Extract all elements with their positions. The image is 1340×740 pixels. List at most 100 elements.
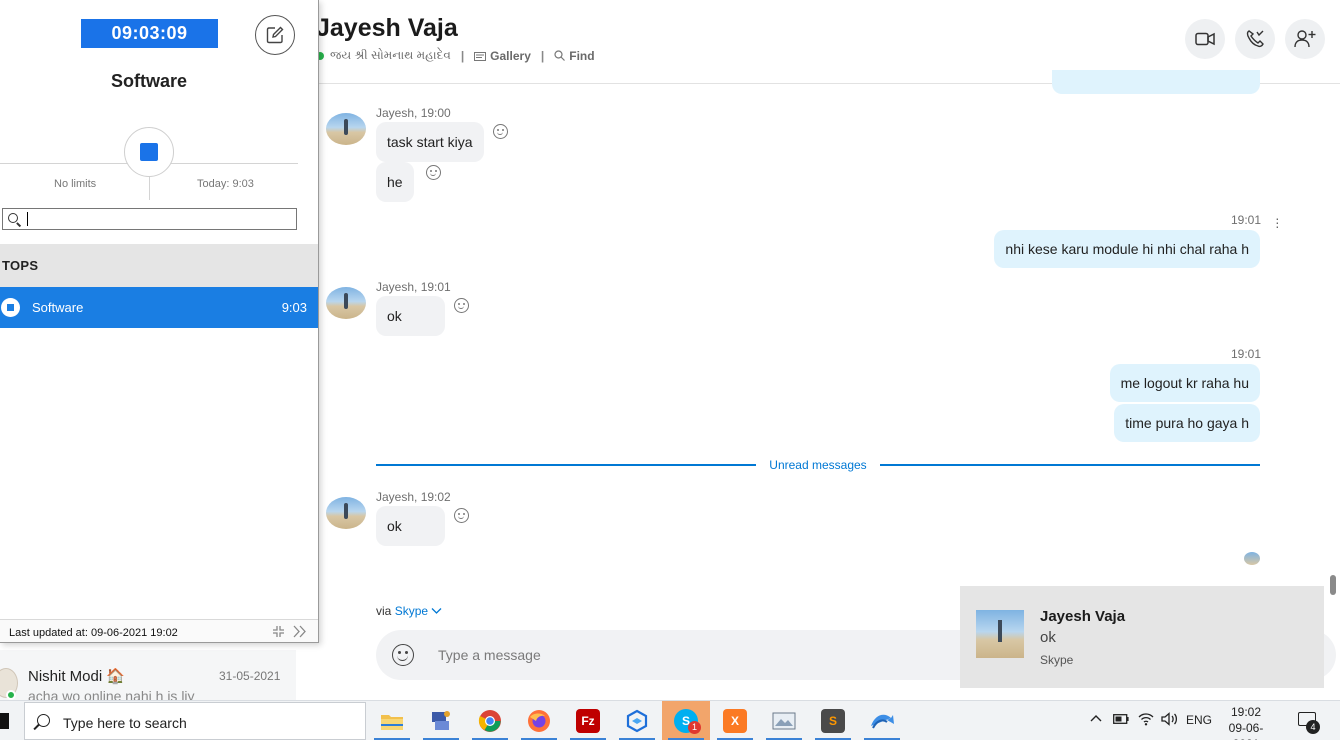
project-time: 9:03 [281, 300, 307, 315]
message-input[interactable]: Type a message [438, 647, 541, 663]
audio-call-button[interactable] [1235, 19, 1275, 59]
edit-note-icon [266, 26, 284, 44]
skype-badge: 1 [688, 721, 701, 734]
wifi-icon[interactable] [1138, 712, 1154, 726]
via-text: via [376, 604, 392, 618]
search-icon [8, 213, 18, 223]
clock-time: 19:02 [1230, 705, 1262, 719]
current-project-title: Software [110, 71, 188, 91]
contact-name[interactable]: Jayesh Vaja [316, 14, 458, 43]
video-camera-icon [1195, 32, 1215, 46]
file-explorer-icon[interactable] [368, 701, 416, 740]
text-caret [27, 212, 28, 226]
toast-app-name: Skype [1040, 653, 1074, 667]
previous-message-bubble [1052, 70, 1260, 94]
cube-app-icon[interactable] [613, 701, 661, 740]
outgoing-message[interactable]: nhi kese karu module hi nhi chal raha h [994, 230, 1260, 268]
emoji-icon[interactable] [392, 644, 414, 666]
add-people-button[interactable] [1285, 19, 1325, 59]
taskbar: Type here to search Fz S 1 X S ENG 19:02… [0, 700, 1340, 740]
contact-avatar[interactable] [326, 287, 366, 319]
toast-sender: Jayesh Vaja [1040, 608, 1126, 625]
message-meta: Jayesh, 19:01 [376, 280, 451, 294]
phone-icon [1246, 30, 1264, 48]
mood-message: જય શ્રી સોમનાથ મહાદેવ [330, 48, 451, 62]
search-icon [37, 714, 50, 727]
time-tracker-window: 09:03:09 Software No limits Today: 9:03 … [0, 0, 319, 643]
presence-dot [6, 690, 16, 700]
unread-label: Unread messages [769, 458, 867, 472]
gallery-icon [474, 51, 487, 61]
skype-icon[interactable]: S 1 [662, 701, 710, 740]
unread-divider-right [880, 464, 1260, 466]
project-list-item[interactable]: Software 9:03 [0, 287, 318, 328]
filezilla-icon[interactable]: Fz [564, 701, 612, 740]
notification-toast[interactable]: Jayesh Vaja ok Skype [960, 586, 1324, 688]
via-label[interactable]: via Skype [376, 604, 442, 618]
chrome-icon[interactable] [466, 701, 514, 740]
find-label: Find [569, 48, 595, 63]
start-button[interactable] [0, 713, 9, 729]
double-chevron-right-icon[interactable] [293, 625, 307, 638]
house-emoji-icon: 🏠 [106, 668, 126, 685]
gallery-label: Gallery [490, 48, 531, 63]
more-options-icon[interactable]: · · · [1275, 211, 1280, 233]
incoming-message[interactable]: ok [376, 296, 445, 336]
add-person-icon [1294, 30, 1316, 48]
outgoing-message[interactable]: time pura ho gaya h [1114, 404, 1260, 442]
collapse-icon[interactable] [272, 625, 285, 638]
network-tool-icon[interactable] [417, 701, 465, 740]
contact-avatar[interactable] [326, 113, 366, 145]
battery-icon[interactable] [1113, 714, 1129, 724]
react-smiley-icon[interactable] [493, 124, 508, 139]
incoming-message[interactable]: he [376, 162, 414, 202]
incoming-message[interactable]: task start kiya [376, 122, 484, 162]
incoming-message[interactable]: ok [376, 506, 445, 546]
firefox-icon[interactable] [515, 701, 563, 740]
separator: | [460, 48, 465, 63]
project-name: Software [32, 300, 84, 315]
contact-subline: જય શ્રી સોમનાથ મહાદેવ | Gallery | Find [316, 48, 595, 63]
recent-chat-date: 31-05-2021 [219, 669, 281, 683]
arrow-app-icon[interactable] [858, 701, 906, 740]
video-call-button[interactable] [1185, 19, 1225, 59]
edit-note-button[interactable] [255, 15, 295, 55]
search-icon [554, 50, 566, 61]
last-updated: Last updated at: 09-06-2021 19:02 [9, 627, 178, 639]
taskbar-search-placeholder: Type here to search [63, 715, 187, 731]
sublime-text-icon[interactable]: S [809, 701, 857, 740]
clock-date: 09-06-2021 [1228, 721, 1264, 740]
project-search-input[interactable] [2, 208, 297, 230]
language-indicator[interactable]: ENG [1186, 713, 1212, 727]
image-viewer-icon[interactable] [760, 701, 808, 740]
chevron-up-icon[interactable] [1090, 714, 1102, 722]
recent-chat-name: Nishit Modi 🏠 [28, 667, 125, 685]
message-time: 19:01 [1231, 347, 1262, 361]
find-link[interactable]: Find [554, 48, 595, 63]
status-bar: Last updated at: 09-06-2021 19:02 [0, 619, 318, 642]
volume-icon[interactable] [1161, 712, 1179, 726]
scrollbar-thumb[interactable] [1330, 575, 1336, 595]
chevron-down-icon[interactable] [431, 607, 442, 615]
stop-timer-button[interactable] [124, 127, 174, 177]
today-total: Today: 9:03 [197, 178, 254, 190]
stop-icon [140, 143, 158, 161]
separator: | [540, 48, 545, 63]
xampp-icon[interactable]: X [711, 701, 759, 740]
contact-avatar[interactable] [326, 497, 366, 529]
toast-message: ok [1040, 629, 1056, 646]
react-smiley-icon[interactable] [426, 165, 441, 180]
stop-indicator-icon[interactable] [1, 298, 20, 317]
system-clock[interactable]: 19:02 09-06-2021 [1216, 704, 1276, 740]
message-meta: Jayesh, 19:00 [376, 106, 451, 120]
message-meta: Jayesh, 19:02 [376, 490, 451, 504]
react-smiley-icon[interactable] [454, 508, 469, 523]
recent-chat-item[interactable]: Nishit Modi 🏠 31-05-2021 acha wo online … [0, 650, 296, 702]
react-smiley-icon[interactable] [454, 298, 469, 313]
read-receipt-avatar [1244, 552, 1260, 565]
taskbar-search[interactable]: Type here to search [24, 702, 366, 740]
gallery-link[interactable]: Gallery [474, 49, 531, 63]
outgoing-message[interactable]: me logout kr raha hu [1109, 364, 1260, 402]
via-skype-link[interactable]: Skype [395, 604, 428, 618]
message-time: 19:01 [1231, 213, 1262, 227]
